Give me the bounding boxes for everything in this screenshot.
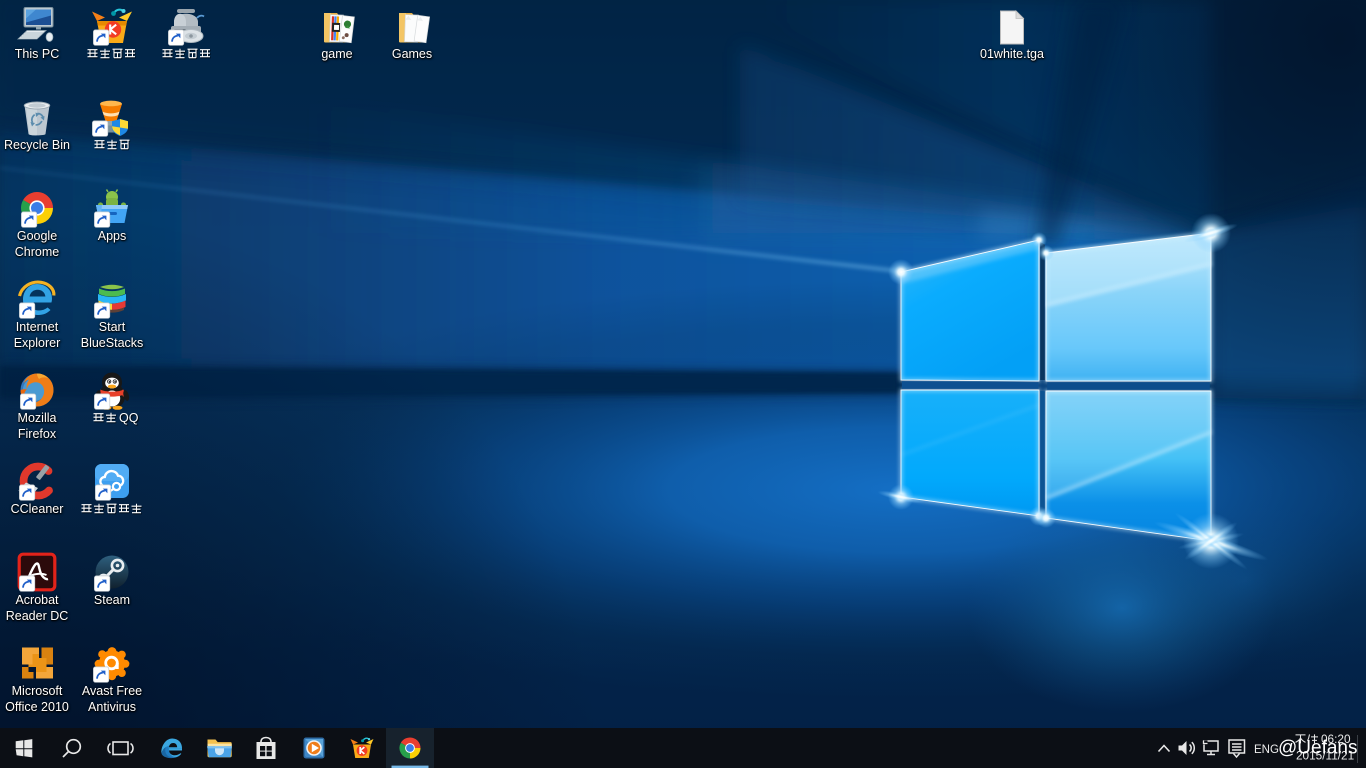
- svg-text:@Uefans: @Uefans: [1278, 738, 1358, 759]
- svg-text:QQ: QQ: [119, 411, 139, 425]
- svg-text:ENG: ENG: [1254, 744, 1279, 756]
